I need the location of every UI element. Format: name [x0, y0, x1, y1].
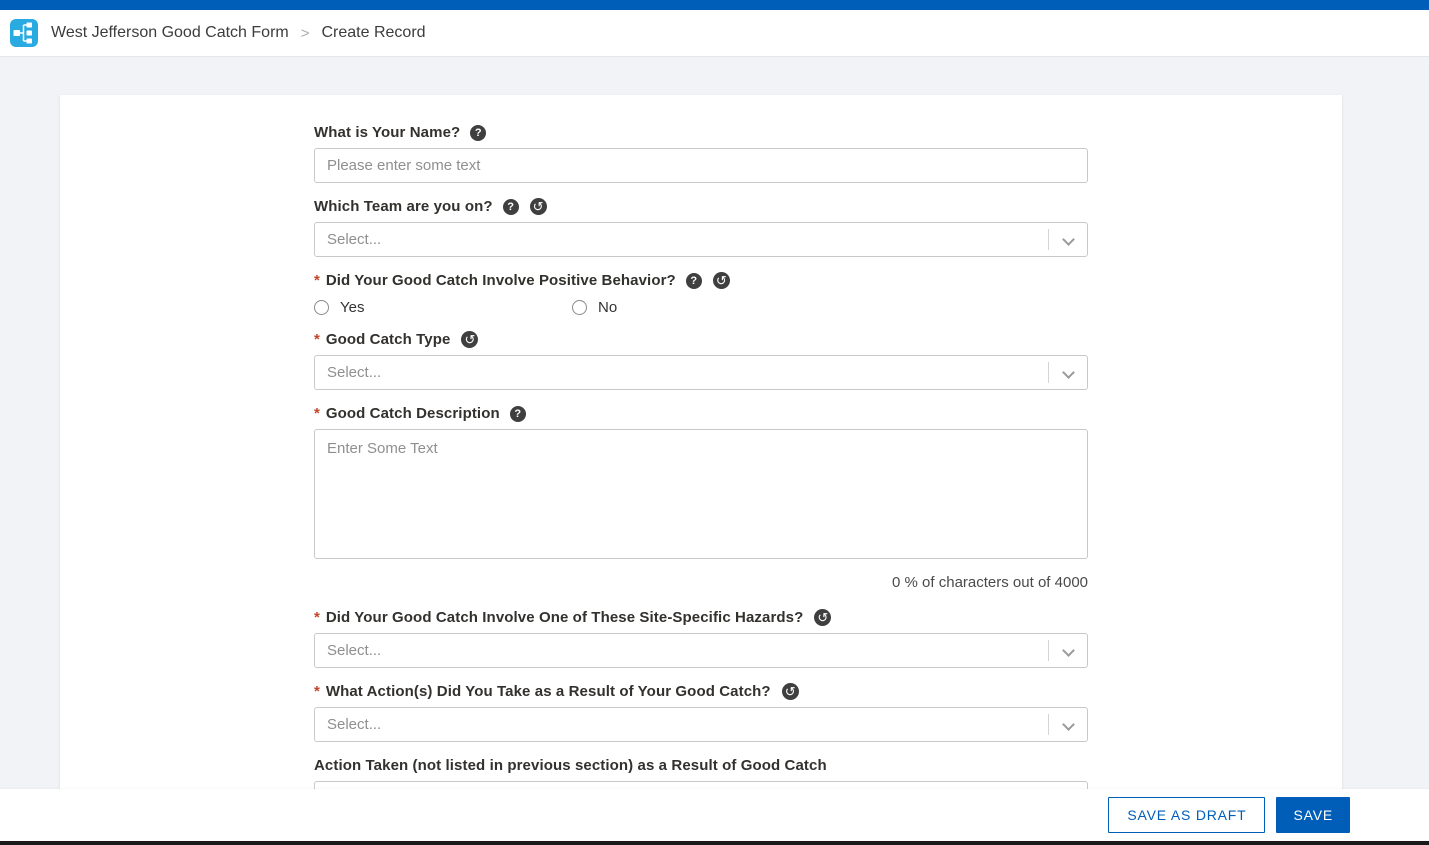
field-good-catch-type-label: Good Catch Type — [326, 331, 451, 348]
help-icon[interactable]: ? — [503, 199, 519, 215]
field-name-label-row: What is Your Name? ? — [314, 124, 1088, 141]
description-textarea[interactable] — [314, 429, 1088, 559]
field-hazards-label-row: * Did Your Good Catch Involve One of The… — [314, 609, 1088, 626]
required-marker: * — [314, 683, 320, 700]
radio-yes[interactable] — [314, 300, 329, 315]
save-button[interactable]: SAVE — [1276, 797, 1350, 833]
breadcrumb: West Jefferson Good Catch Form > Create … — [51, 24, 426, 42]
good-catch-type-select-value: Select... — [327, 364, 381, 381]
history-icon[interactable]: ↺ — [530, 198, 547, 215]
field-description-label-row: * Good Catch Description ? — [314, 405, 1088, 422]
history-icon[interactable]: ↺ — [782, 683, 799, 700]
header-bar: West Jefferson Good Catch Form > Create … — [0, 10, 1429, 57]
help-icon[interactable]: ? — [470, 125, 486, 141]
field-hazards: * Did Your Good Catch Involve One of The… — [314, 609, 1088, 668]
footer-action-bar: SAVE AS DRAFT SAVE — [0, 789, 1429, 845]
field-positive-behavior-label: Did Your Good Catch Involve Positive Beh… — [326, 272, 676, 289]
field-action-taken-other-label: Action Taken (not listed in previous sec… — [314, 757, 827, 774]
required-marker: * — [314, 331, 320, 348]
help-icon[interactable]: ? — [686, 273, 702, 289]
select-divider — [1048, 714, 1049, 735]
field-positive-behavior: * Did Your Good Catch Involve Positive B… — [314, 272, 1088, 316]
chevron-down-icon — [1062, 233, 1075, 246]
field-good-catch-type: * Good Catch Type ↺ Select... — [314, 331, 1088, 390]
save-as-draft-button[interactable]: SAVE AS DRAFT — [1108, 797, 1265, 833]
field-good-catch-type-label-row: * Good Catch Type ↺ — [314, 331, 1088, 348]
field-team-label: Which Team are you on? — [314, 198, 493, 215]
actions-select-value: Select... — [327, 716, 381, 733]
field-positive-behavior-label-row: * Did Your Good Catch Involve Positive B… — [314, 272, 1088, 289]
name-input[interactable] — [314, 148, 1088, 183]
history-icon[interactable]: ↺ — [814, 609, 831, 626]
breadcrumb-page-title: Create Record — [322, 24, 426, 42]
app-icon — [10, 19, 38, 47]
good-catch-type-select[interactable]: Select... — [314, 355, 1088, 390]
field-team: Which Team are you on? ? ↺ Select... — [314, 198, 1088, 257]
select-divider — [1048, 640, 1049, 661]
required-marker: * — [314, 609, 320, 626]
field-description: * Good Catch Description ? 0 % of charac… — [314, 405, 1088, 591]
help-icon[interactable]: ? — [510, 406, 526, 422]
required-marker: * — [314, 272, 320, 289]
form-card: What is Your Name? ? Which Team are you … — [60, 95, 1342, 845]
top-accent-bar — [0, 0, 1429, 10]
radio-yes-label: Yes — [340, 299, 364, 316]
hazards-select[interactable]: Select... — [314, 633, 1088, 668]
field-actions: * What Action(s) Did You Take as a Resul… — [314, 683, 1088, 742]
field-actions-label-row: * What Action(s) Did You Take as a Resul… — [314, 683, 1088, 700]
field-hazards-label: Did Your Good Catch Involve One of These… — [326, 609, 804, 626]
field-team-label-row: Which Team are you on? ? ↺ — [314, 198, 1088, 215]
field-actions-label: What Action(s) Did You Take as a Result … — [326, 683, 771, 700]
positive-behavior-radio-group: Yes No — [314, 299, 1088, 316]
select-divider — [1048, 229, 1049, 250]
radio-option-no[interactable]: No — [572, 299, 830, 316]
history-icon[interactable]: ↺ — [713, 272, 730, 289]
field-action-taken-other-label-row: Action Taken (not listed in previous sec… — [314, 757, 1088, 774]
character-counter: 0 % of characters out of 4000 — [314, 574, 1088, 591]
required-marker: * — [314, 405, 320, 422]
radio-no[interactable] — [572, 300, 587, 315]
chevron-down-icon — [1062, 366, 1075, 379]
hazards-select-value: Select... — [327, 642, 381, 659]
radio-no-label: No — [598, 299, 617, 316]
field-name-label: What is Your Name? — [314, 124, 460, 141]
field-name: What is Your Name? ? — [314, 124, 1088, 183]
team-select[interactable]: Select... — [314, 222, 1088, 257]
breadcrumb-app-title[interactable]: West Jefferson Good Catch Form — [51, 24, 289, 42]
history-icon[interactable]: ↺ — [461, 331, 478, 348]
radio-option-yes[interactable]: Yes — [314, 299, 572, 316]
breadcrumb-separator-icon: > — [301, 25, 310, 42]
chevron-down-icon — [1062, 644, 1075, 657]
form-content: What is Your Name? ? Which Team are you … — [314, 95, 1088, 816]
actions-select[interactable]: Select... — [314, 707, 1088, 742]
select-divider — [1048, 362, 1049, 383]
team-select-value: Select... — [327, 231, 381, 248]
chevron-down-icon — [1062, 718, 1075, 731]
field-description-label: Good Catch Description — [326, 405, 500, 422]
